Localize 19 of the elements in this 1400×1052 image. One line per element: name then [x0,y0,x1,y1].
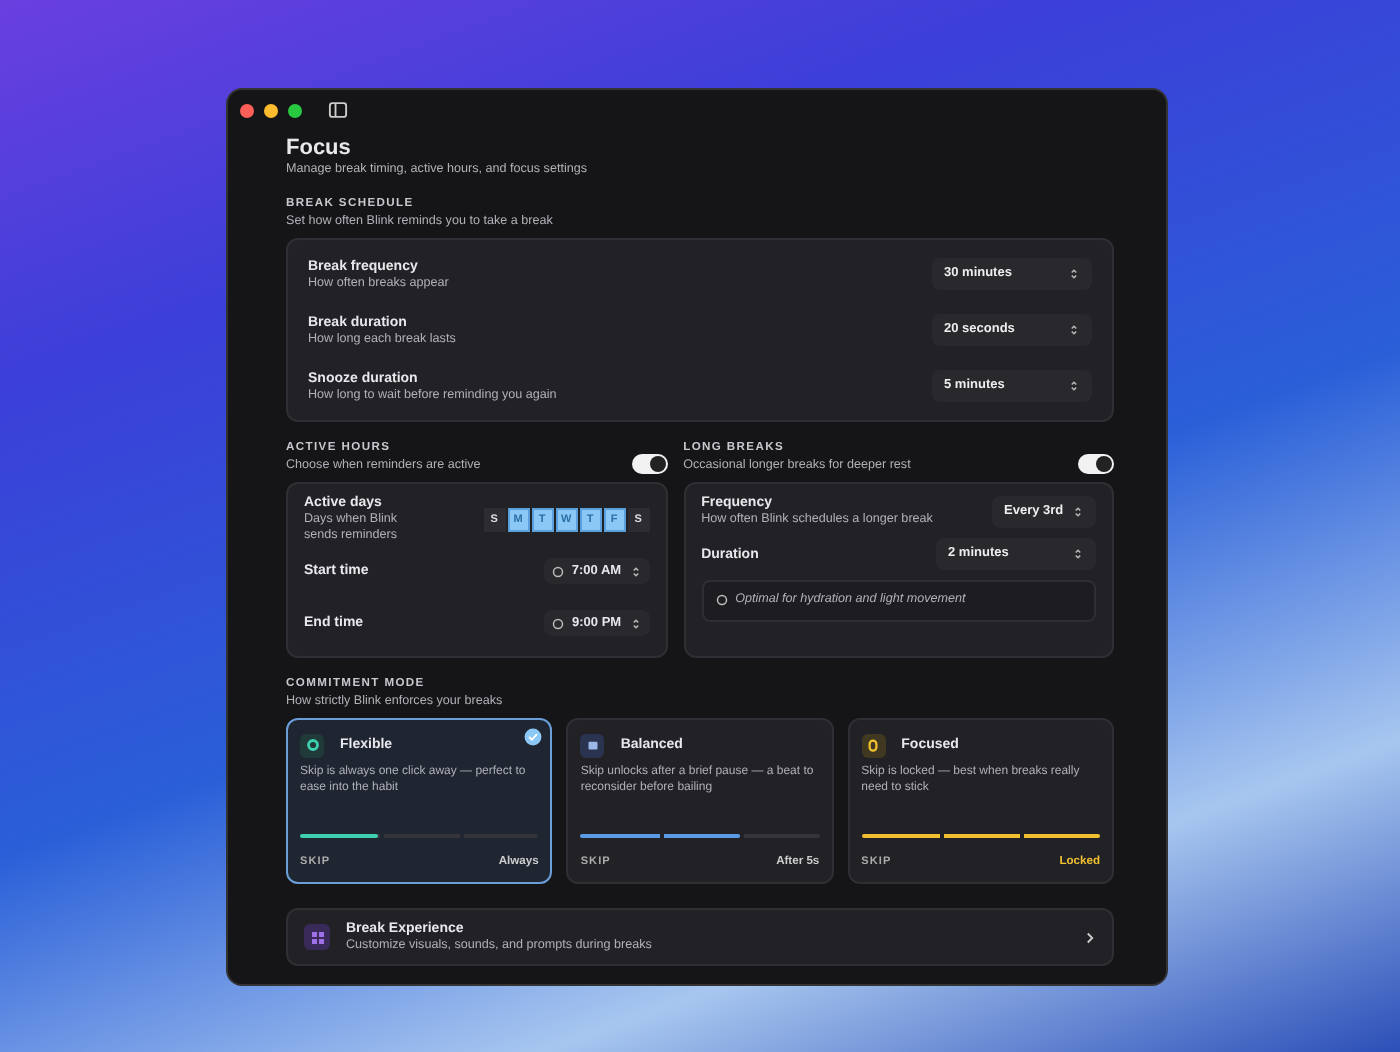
ring-icon [303,736,321,755]
zoom-button[interactable] [288,103,302,117]
chevron-updown-icon [1068,324,1080,337]
chevron-updown-icon [1072,548,1085,561]
grid-icon [309,929,325,946]
chevron-updown-icon [1068,380,1080,393]
page-title: Focus [286,136,353,163]
toggle-switch[interactable] [631,454,668,475]
checkmark-icon [524,727,543,746]
minimize-button[interactable] [264,103,278,117]
close-button[interactable] [240,103,254,117]
toggle-switch[interactable] [1078,454,1115,475]
stepper-icon [629,617,642,630]
chevron-right-icon [1084,931,1096,944]
chevron-updown-icon [1068,268,1080,281]
sidebar-icon[interactable] [328,100,348,120]
square-icon [583,736,602,755]
stepper-icon [629,565,642,578]
chevron-updown-icon [1072,505,1085,518]
